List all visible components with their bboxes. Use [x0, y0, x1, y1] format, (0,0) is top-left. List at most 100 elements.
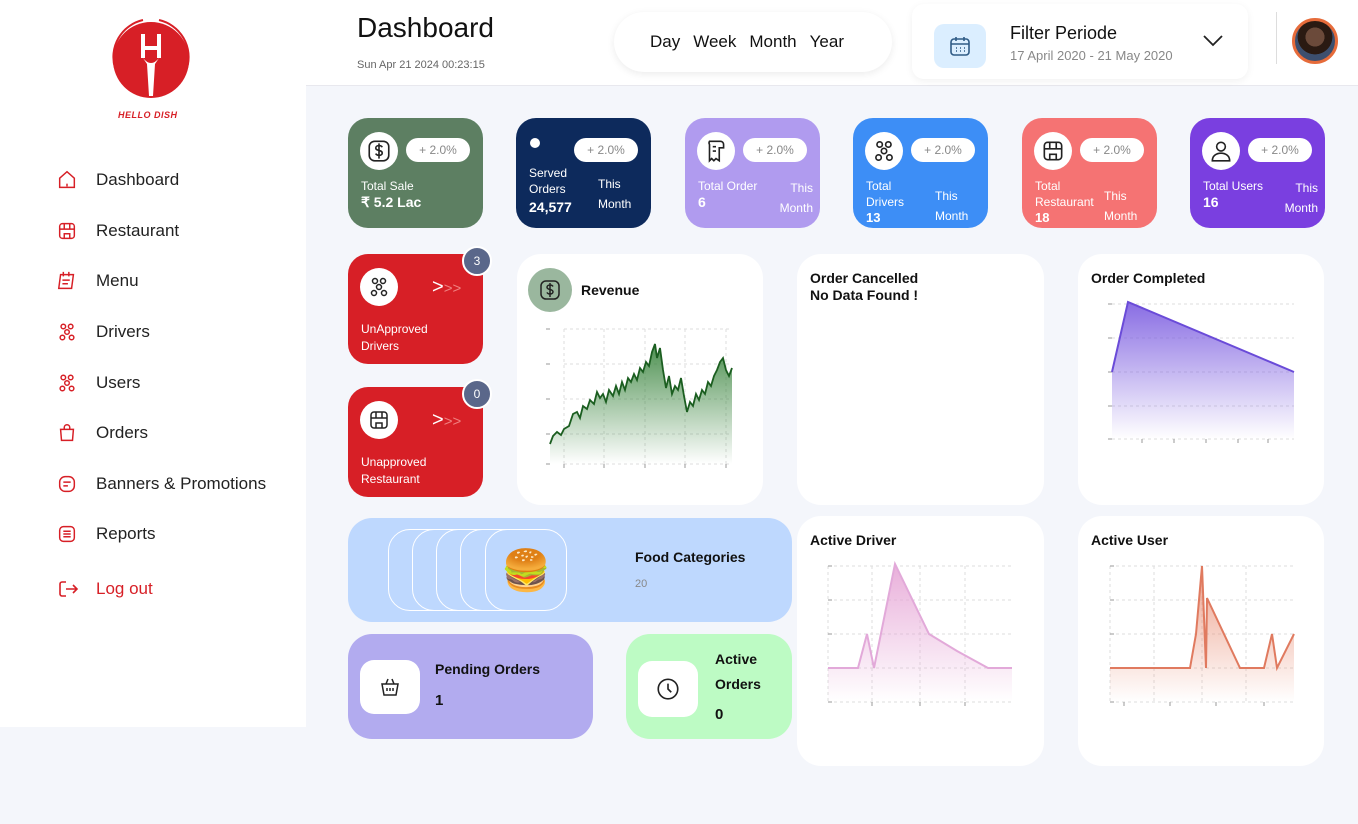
- logout-icon: [59, 581, 79, 597]
- stat-value: 16: [1203, 194, 1219, 210]
- period-day[interactable]: Day: [650, 32, 680, 52]
- shopping-bag-icon: [59, 424, 75, 442]
- food-categories-card[interactable]: 🍔 Food Categories 20: [348, 518, 792, 622]
- order-completed-card: Order Completed: [1078, 254, 1324, 505]
- sidebar-item-dashboard[interactable]: Dashboard: [56, 155, 266, 206]
- sidebar-item-label: Drivers: [96, 322, 150, 342]
- alert-label: UnApproved Drivers: [361, 322, 428, 353]
- store-icon: [1034, 132, 1072, 170]
- sidebar-nav: Dashboard Restaurant Menu Drivers Users …: [56, 155, 266, 560]
- period-month[interactable]: Month: [749, 32, 796, 52]
- active-orders-label: Orders: [715, 676, 761, 692]
- sidebar-item-label: Users: [96, 372, 141, 392]
- stat-value: 24,577: [529, 199, 572, 215]
- active-orders-card[interactable]: Active Orders 0: [626, 634, 792, 739]
- drivers-icon: [360, 268, 398, 306]
- banner-icon: [58, 475, 76, 492]
- stat-card-total-users[interactable]: + 2.0% Total Users 16 This Month: [1190, 118, 1325, 228]
- pending-orders-card[interactable]: Pending Orders 1: [348, 634, 593, 739]
- store-icon: [360, 401, 398, 439]
- active-user-chart: [1109, 565, 1295, 706]
- receipt-icon: [697, 132, 735, 170]
- stat-change-badge: + 2.0%: [911, 138, 975, 162]
- sidebar-item-reports[interactable]: Reports: [56, 509, 266, 560]
- chevron-down-icon: [1203, 35, 1223, 47]
- active-orders-label: Active: [715, 651, 758, 667]
- alert-label: Unapproved Restaurant: [361, 455, 427, 486]
- stat-period: This Month: [935, 189, 969, 223]
- active-driver-card: Active Driver: [797, 516, 1044, 766]
- menu-book-icon: [57, 272, 75, 290]
- stat-label: Total Restaurant: [1035, 179, 1094, 209]
- stat-label: Total Order: [698, 179, 758, 193]
- stat-card-served-orders[interactable]: + 2.0% Served Orders 24,577 This Month: [516, 118, 651, 228]
- header-divider: [1276, 12, 1277, 64]
- sidebar-item-label: Reports: [96, 524, 156, 544]
- arrow-right-icon: >>>: [432, 409, 462, 431]
- stat-change-badge: + 2.0%: [1248, 138, 1312, 162]
- sidebar-item-restaurant[interactable]: Restaurant: [56, 206, 266, 257]
- page-title: Dashboard: [357, 12, 494, 43]
- sidebar-item-drivers[interactable]: Drivers: [56, 307, 266, 358]
- period-year[interactable]: Year: [810, 32, 844, 52]
- order-completed-chart: [1108, 300, 1295, 443]
- arrow-right-icon: >>>: [432, 276, 462, 298]
- stat-change-badge: + 2.0%: [406, 138, 470, 162]
- count-badge: 0: [462, 379, 492, 409]
- stat-period: This Month: [779, 181, 813, 215]
- stat-label: Served Orders: [529, 166, 568, 196]
- dot-icon: [530, 138, 540, 148]
- sidebar-item-label: Orders: [96, 423, 148, 443]
- basket-icon: [360, 660, 420, 714]
- sidebar-item-label: Restaurant: [96, 220, 180, 240]
- stat-card-total-drivers[interactable]: + 2.0% Total Drivers 13 This Month: [853, 118, 988, 228]
- stat-card-total-order[interactable]: + 2.0% Total Order 6 This Month: [685, 118, 820, 228]
- stat-label: Total Sale: [361, 179, 414, 193]
- sidebar-item-menu[interactable]: Menu: [56, 256, 266, 307]
- stat-period: This Month: [1284, 181, 1318, 215]
- stat-value: 13: [866, 210, 881, 225]
- stat-period: This Month: [598, 177, 632, 211]
- hello-dish-logo[interactable]: [103, 12, 199, 108]
- stat-period: This Month: [1104, 189, 1138, 223]
- brand-name: HELLO DISH: [118, 110, 178, 120]
- card-title: Order Cancelled: [810, 270, 919, 286]
- clock-icon: [638, 661, 698, 717]
- user-icon: [1202, 132, 1240, 170]
- stat-value: 6: [698, 194, 706, 210]
- stat-change-badge: + 2.0%: [743, 138, 807, 162]
- filter-period-dropdown[interactable]: Filter Periode 17 April 2020 - 21 May 20…: [912, 4, 1248, 79]
- revenue-card: Revenue: [517, 254, 763, 505]
- food-categories-count: 20: [635, 578, 648, 590]
- calendar-icon: [934, 24, 986, 68]
- stat-value: 18: [1035, 210, 1050, 225]
- sidebar-item-label: Banners & Promotions: [96, 473, 267, 493]
- order-cancelled-card: Order Cancelled No Data Found !: [797, 254, 1044, 505]
- active-orders-value: 0: [715, 706, 724, 723]
- sidebar: HELLO DISH Dashboard Restaurant Menu Dri…: [0, 0, 306, 727]
- logout-button[interactable]: Log out: [56, 577, 153, 601]
- sidebar-item-banners[interactable]: Banners & Promotions: [56, 459, 266, 510]
- unapproved-restaurant-card[interactable]: >>> Unapproved Restaurant 0: [348, 379, 492, 497]
- active-driver-chart: [827, 560, 1012, 706]
- filter-range: 17 April 2020 - 21 May 2020: [1010, 48, 1173, 63]
- stat-card-total-restaurant[interactable]: + 2.0% Total Restaurant 18 This Month: [1022, 118, 1157, 228]
- user-avatar[interactable]: [1292, 18, 1338, 64]
- empty-state-message: No Data Found !: [810, 287, 919, 303]
- food-categories-title: Food Categories: [635, 549, 746, 565]
- pending-orders-value: 1: [435, 692, 444, 709]
- store-icon: [58, 222, 76, 239]
- users-icon: [59, 374, 75, 392]
- stat-card-total-sale[interactable]: + 2.0% Total Sale ₹ 5.2 Lac: [348, 118, 483, 228]
- logout-label: Log out: [96, 579, 153, 598]
- pending-orders-label: Pending Orders: [435, 661, 541, 677]
- drivers-icon: [59, 323, 75, 341]
- sidebar-item-orders[interactable]: Orders: [56, 408, 266, 459]
- filter-title: Filter Periode: [1010, 23, 1118, 43]
- period-week[interactable]: Week: [693, 32, 736, 52]
- period-selector: Day Week Month Year: [614, 12, 892, 72]
- sidebar-item-users[interactable]: Users: [56, 357, 266, 408]
- dollar-icon: [360, 132, 398, 170]
- unapproved-drivers-card[interactable]: >>> UnApproved Drivers 3: [348, 246, 492, 364]
- revenue-sparkline: [546, 328, 733, 468]
